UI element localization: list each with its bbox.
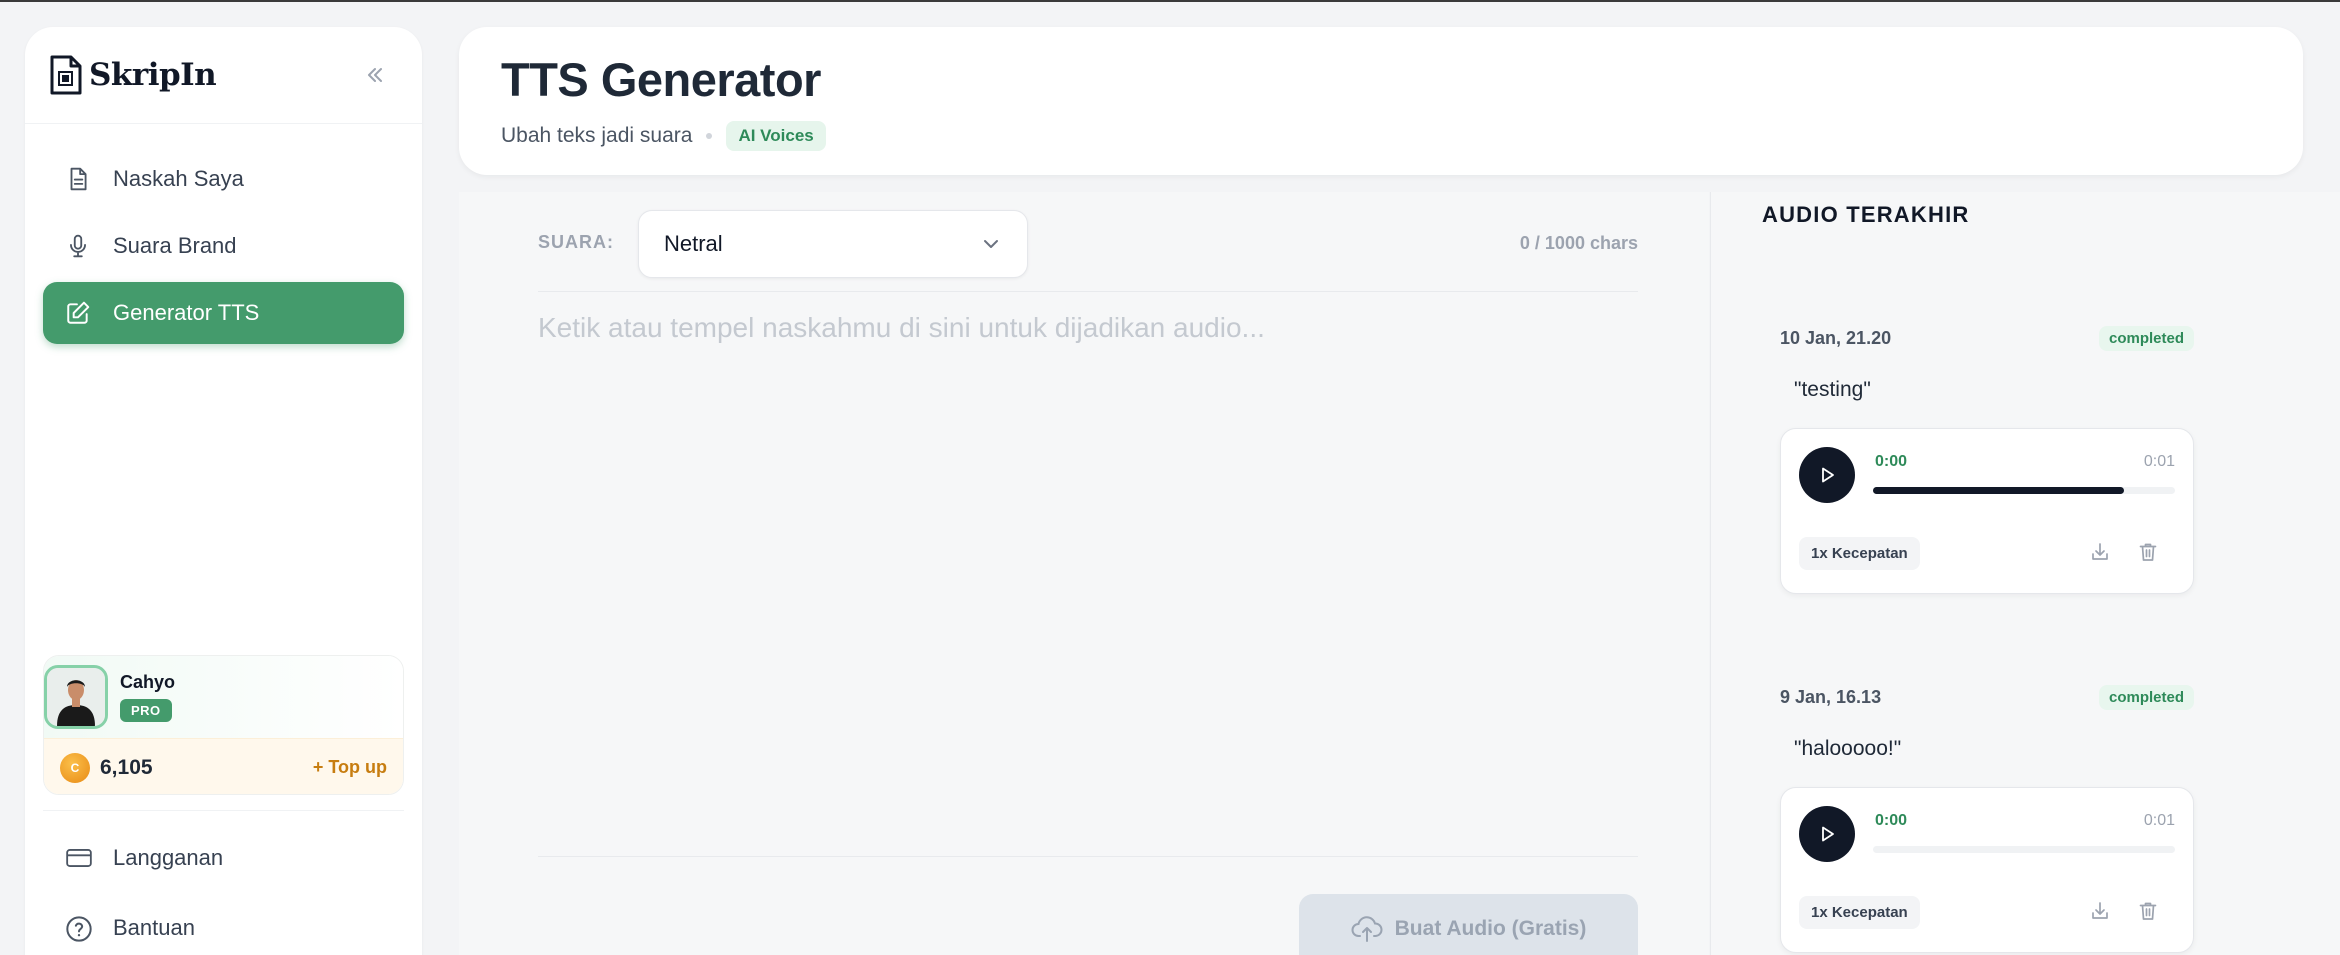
recent-audio-panel: AUDIO TERAKHIR 10 Jan, 21.20 completed "…: [1710, 192, 2340, 955]
audio-item: 10 Jan, 21.20 completed "testing" 0:00 0…: [1780, 318, 2194, 594]
progress-fill: [1873, 487, 2124, 494]
sidebar-item-label: Suara Brand: [113, 233, 237, 258]
page-title: TTS Generator: [501, 53, 821, 106]
total-time: 0:01: [2143, 453, 2175, 470]
play-button[interactable]: [1799, 447, 1855, 503]
trash-icon[interactable]: [2137, 900, 2159, 922]
download-icon[interactable]: [2089, 541, 2111, 563]
audio-date: 9 Jan, 16.13: [1780, 686, 1882, 707]
topup-link[interactable]: + Top up: [313, 757, 387, 778]
sidebar-item-label: Langganan: [113, 845, 224, 870]
logo-row: SkripIn: [25, 27, 422, 124]
play-icon: [1817, 465, 1837, 485]
avatar: [44, 665, 108, 729]
audio-date: 10 Jan, 21.20: [1780, 327, 1892, 348]
sidebar-item-generator-tts[interactable]: Generator TTS: [43, 282, 404, 344]
user-card: Cahyo PRO C 6,105 + Top up: [43, 655, 404, 795]
credit-row: C 6,105 + Top up: [44, 738, 403, 794]
sidebar-item-label: Bantuan: [113, 915, 195, 940]
sidebar-nav: Naskah Saya Suara Brand Generator TTS: [25, 124, 422, 344]
edit-icon: [65, 300, 91, 326]
help-icon: [65, 915, 92, 942]
user-profile[interactable]: Cahyo PRO: [44, 656, 403, 738]
credit-card-icon: [65, 845, 92, 871]
progress-track[interactable]: [1873, 487, 2175, 494]
audio-text: "halooooo!": [1794, 737, 1902, 760]
audio-meta: 10 Jan, 21.20 completed: [1780, 318, 2194, 358]
sidebar-item-bantuan[interactable]: Bantuan: [43, 893, 404, 955]
ai-voices-badge: AI Voices: [726, 121, 826, 151]
audio-item: 9 Jan, 16.13 completed "halooooo!" 0:00 …: [1780, 677, 2194, 953]
logo-icon: [49, 55, 83, 95]
create-audio-button[interactable]: Buat Audio (Gratis): [1299, 894, 1638, 955]
voice-select[interactable]: Netral: [638, 210, 1028, 278]
sidebar-item-label: Naskah Saya: [113, 166, 244, 191]
editor-toolbar: SUARA: Netral 0 / 1000 chars: [538, 202, 1638, 292]
audio-player: 0:00 0:01 1x Kecepatan: [1780, 787, 2194, 953]
cloud-upload-icon: [1351, 915, 1383, 943]
play-button[interactable]: [1799, 806, 1855, 862]
trash-icon[interactable]: [2137, 541, 2159, 563]
total-time: 0:01: [2143, 812, 2175, 829]
page-subtitle: Ubah teks jadi suara: [501, 124, 693, 147]
sidebar-item-label: Generator TTS: [113, 300, 260, 325]
user-info: Cahyo PRO: [120, 672, 175, 722]
sidebar-item-langganan[interactable]: Langganan: [43, 823, 404, 893]
plan-badge: PRO: [120, 699, 172, 722]
script-textarea[interactable]: [538, 312, 1638, 857]
logo[interactable]: SkripIn: [49, 55, 217, 95]
collapse-sidebar-icon[interactable]: [364, 64, 386, 86]
page-subtitle-row: Ubah teks jadi suara AI Voices: [501, 121, 2261, 151]
microphone-icon: [65, 233, 91, 259]
voice-label: SUARA:: [538, 232, 614, 252]
status-badge: completed: [2098, 325, 2194, 351]
speed-button[interactable]: 1x Kecepatan: [1799, 537, 1920, 570]
status-badge: completed: [2098, 684, 2194, 710]
chevron-down-icon: [980, 233, 1002, 255]
download-icon[interactable]: [2089, 900, 2111, 922]
sidebar-item-suara-brand[interactable]: Suara Brand: [43, 215, 404, 277]
app-name: SkripIn: [89, 57, 217, 93]
play-icon: [1817, 824, 1837, 844]
progress-track[interactable]: [1873, 846, 2175, 853]
sidebar-item-naskah-saya[interactable]: Naskah Saya: [43, 148, 404, 210]
credit-balance: 6,105: [100, 755, 153, 779]
tts-editor: SUARA: Netral 0 / 1000 chars Buat Audio …: [459, 192, 1709, 955]
current-time: 0:00: [1875, 453, 1908, 470]
page-header: TTS Generator Ubah teks jadi suara AI Vo…: [459, 27, 2303, 175]
create-audio-label: Buat Audio (Gratis): [1394, 917, 1587, 940]
audio-player: 0:00 0:01 1x Kecepatan: [1780, 428, 2194, 594]
recent-audio-title: AUDIO TERAKHIR: [1762, 202, 1970, 227]
speed-button[interactable]: 1x Kecepatan: [1799, 896, 1920, 929]
voice-selected-value: Netral: [664, 231, 723, 256]
sidebar-bottom-nav: Langganan Bantuan: [43, 810, 404, 955]
sidebar: SkripIn Naskah Saya Suara Brand Generato…: [25, 27, 422, 955]
audio-meta: 9 Jan, 16.13 completed: [1780, 677, 2194, 717]
document-icon: [65, 166, 91, 192]
separator-dot: [706, 133, 713, 139]
current-time: 0:00: [1875, 812, 1908, 829]
coin-icon: C: [60, 752, 90, 783]
char-count: 0 / 1000 chars: [1519, 233, 1638, 253]
audio-text: "testing": [1794, 378, 1871, 401]
user-name: Cahyo: [120, 672, 176, 692]
